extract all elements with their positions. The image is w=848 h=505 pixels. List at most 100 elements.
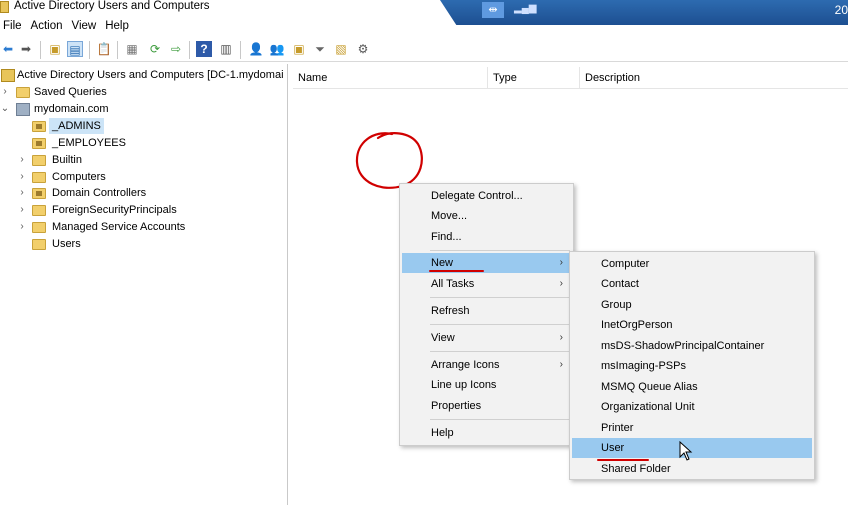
tree-item-saved-queries[interactable]: › Saved Queries: [0, 84, 288, 100]
menu-item-view[interactable]: View ›: [402, 328, 571, 348]
new-user-icon[interactable]: 👤: [248, 41, 264, 57]
menu-bar: File Action View Help: [0, 18, 135, 36]
submenu-item-computer[interactable]: Computer: [572, 254, 812, 274]
new-group-icon[interactable]: 👥: [269, 41, 285, 57]
tree-item-managed-service-accounts[interactable]: › Managed Service Accounts: [0, 219, 288, 235]
menu-item-view-label: View: [431, 332, 455, 344]
refresh-icon[interactable]: ⟳: [147, 41, 163, 57]
tree-item-domain[interactable]: ⌄ mydomain.com: [0, 101, 288, 117]
tree-item-label: Domain Controllers: [52, 187, 147, 199]
tree-item-admins[interactable]: _ADMINS: [0, 118, 288, 134]
toolbar-separator: [240, 41, 241, 59]
chevron-right-icon: ›: [559, 332, 563, 343]
menu-separator: [430, 250, 570, 251]
menu-action[interactable]: Action: [28, 18, 69, 36]
submenu-item-contact[interactable]: Contact: [572, 274, 812, 294]
tree-item-computers[interactable]: › Computers: [0, 169, 288, 185]
console-icon[interactable]: ▥: [218, 41, 234, 57]
menu-item-new-label: New: [431, 257, 454, 269]
submenu-item-msmq-queue-alias[interactable]: MSMQ Queue Alias: [572, 377, 812, 397]
tree-root-label: Active Directory Users and Computers [DC…: [17, 69, 284, 81]
tree-item-foreign-security-principals[interactable]: › ForeignSecurityPrincipals: [0, 202, 288, 218]
menu-help[interactable]: Help: [102, 18, 135, 36]
help-icon[interactable]: ?: [196, 41, 212, 57]
menu-item-arrange-icons-label: Arrange Icons: [431, 359, 500, 371]
chevron-right-icon[interactable]: ›: [17, 185, 27, 201]
menu-separator: [430, 324, 570, 325]
ad-root-icon: [1, 69, 15, 82]
menu-item-help[interactable]: Help: [402, 423, 571, 443]
annotation-underline-new: [429, 270, 484, 272]
clock-text: 20: [834, 3, 848, 17]
ou-folder-icon: [32, 138, 46, 149]
tree-item-label: mydomain.com: [34, 103, 109, 115]
menu-item-find[interactable]: Find...: [402, 227, 571, 247]
column-name[interactable]: Name: [293, 67, 488, 89]
toolbar-separator: [89, 41, 90, 59]
filter-icon[interactable]: ⏷: [312, 41, 328, 57]
tree-item-builtin[interactable]: › Builtin: [0, 152, 288, 168]
ou-folder-icon: [32, 121, 46, 132]
menu-item-move[interactable]: Move...: [402, 206, 571, 226]
toolbar-separator: [117, 41, 118, 59]
submenu-item-msimaging-psps[interactable]: msImaging-PSPs: [572, 356, 812, 376]
tree-item-label: _ADMINS: [49, 118, 104, 134]
tree-item-label: _EMPLOYEES: [52, 137, 126, 149]
tree-item-users[interactable]: Users: [0, 236, 288, 252]
delegate-icon[interactable]: ⚙: [355, 41, 371, 57]
submenu-item-inetorgperson[interactable]: InetOrgPerson: [572, 315, 812, 335]
menu-separator: [430, 351, 570, 352]
tree-item-label: Saved Queries: [34, 86, 107, 98]
menu-item-all-tasks[interactable]: All Tasks ›: [402, 274, 571, 294]
column-description[interactable]: Description: [580, 67, 848, 89]
properties-icon[interactable]: ▦: [124, 41, 140, 57]
clipboard-icon[interactable]: 📋: [96, 41, 112, 57]
menu-item-new[interactable]: New ›: [402, 253, 571, 273]
up-folder-icon[interactable]: ▣: [47, 41, 63, 57]
tree-item-label: Builtin: [52, 154, 82, 166]
submenu-item-group[interactable]: Group: [572, 295, 812, 315]
column-type[interactable]: Type: [488, 67, 580, 89]
tree-item-domain-controllers[interactable]: › Domain Controllers: [0, 185, 288, 201]
submenu-item-organizational-unit[interactable]: Organizational Unit: [572, 397, 812, 417]
chevron-right-icon[interactable]: ›: [17, 169, 27, 185]
show-tree-icon[interactable]: ▤: [67, 41, 83, 57]
menu-item-delegate-control[interactable]: Delegate Control...: [402, 186, 571, 206]
folder-icon: [16, 87, 30, 98]
menu-item-line-up-icons[interactable]: Line up Icons: [402, 375, 571, 395]
menu-file[interactable]: File: [0, 18, 28, 36]
menu-view[interactable]: View: [69, 18, 103, 36]
new-ou-icon[interactable]: ▣: [291, 41, 307, 57]
folder-icon: [32, 239, 46, 250]
tree-root[interactable]: Active Directory Users and Computers [DC…: [0, 67, 288, 83]
menu-item-refresh[interactable]: Refresh: [402, 301, 571, 321]
domain-icon: [16, 103, 30, 116]
tree-item-employees[interactable]: _EMPLOYEES: [0, 135, 288, 151]
context-menu: Delegate Control... Move... Find... New …: [399, 183, 574, 446]
folder-icon: [32, 172, 46, 183]
find-icon[interactable]: ▧: [333, 41, 349, 57]
pin-icon[interactable]: ⇹: [482, 2, 504, 18]
export-icon[interactable]: ⇨: [168, 41, 184, 57]
tree-item-label: ForeignSecurityPrincipals: [52, 204, 177, 216]
title-bar: Active Directory Users and Computers ⇹ ▂…: [0, 0, 848, 25]
tree-item-label: Users: [52, 238, 81, 250]
chevron-down-icon[interactable]: ⌄: [0, 101, 10, 117]
toolbar-separator: [189, 41, 190, 59]
window-title: Active Directory Users and Computers: [14, 0, 210, 12]
menu-item-properties[interactable]: Properties: [402, 396, 571, 416]
chevron-right-icon[interactable]: ›: [0, 84, 10, 100]
back-icon[interactable]: ⬅: [0, 41, 16, 57]
forward-icon[interactable]: ➡: [18, 41, 34, 57]
submenu-item-shared-folder[interactable]: Shared Folder: [572, 459, 812, 479]
remote-session-bar: ⇹ ▂▄▆ 20: [440, 0, 848, 25]
submenu-item-printer[interactable]: Printer: [572, 418, 812, 438]
chevron-right-icon: ›: [559, 359, 563, 370]
chevron-right-icon[interactable]: ›: [17, 152, 27, 168]
app-icon: [0, 1, 9, 13]
chevron-right-icon[interactable]: ›: [17, 202, 27, 218]
submenu-item-msds-shadow[interactable]: msDS-ShadowPrincipalContainer: [572, 336, 812, 356]
menu-item-arrange-icons[interactable]: Arrange Icons ›: [402, 355, 571, 375]
list-view-header: Name Type Description: [293, 67, 848, 89]
chevron-right-icon[interactable]: ›: [17, 219, 27, 235]
